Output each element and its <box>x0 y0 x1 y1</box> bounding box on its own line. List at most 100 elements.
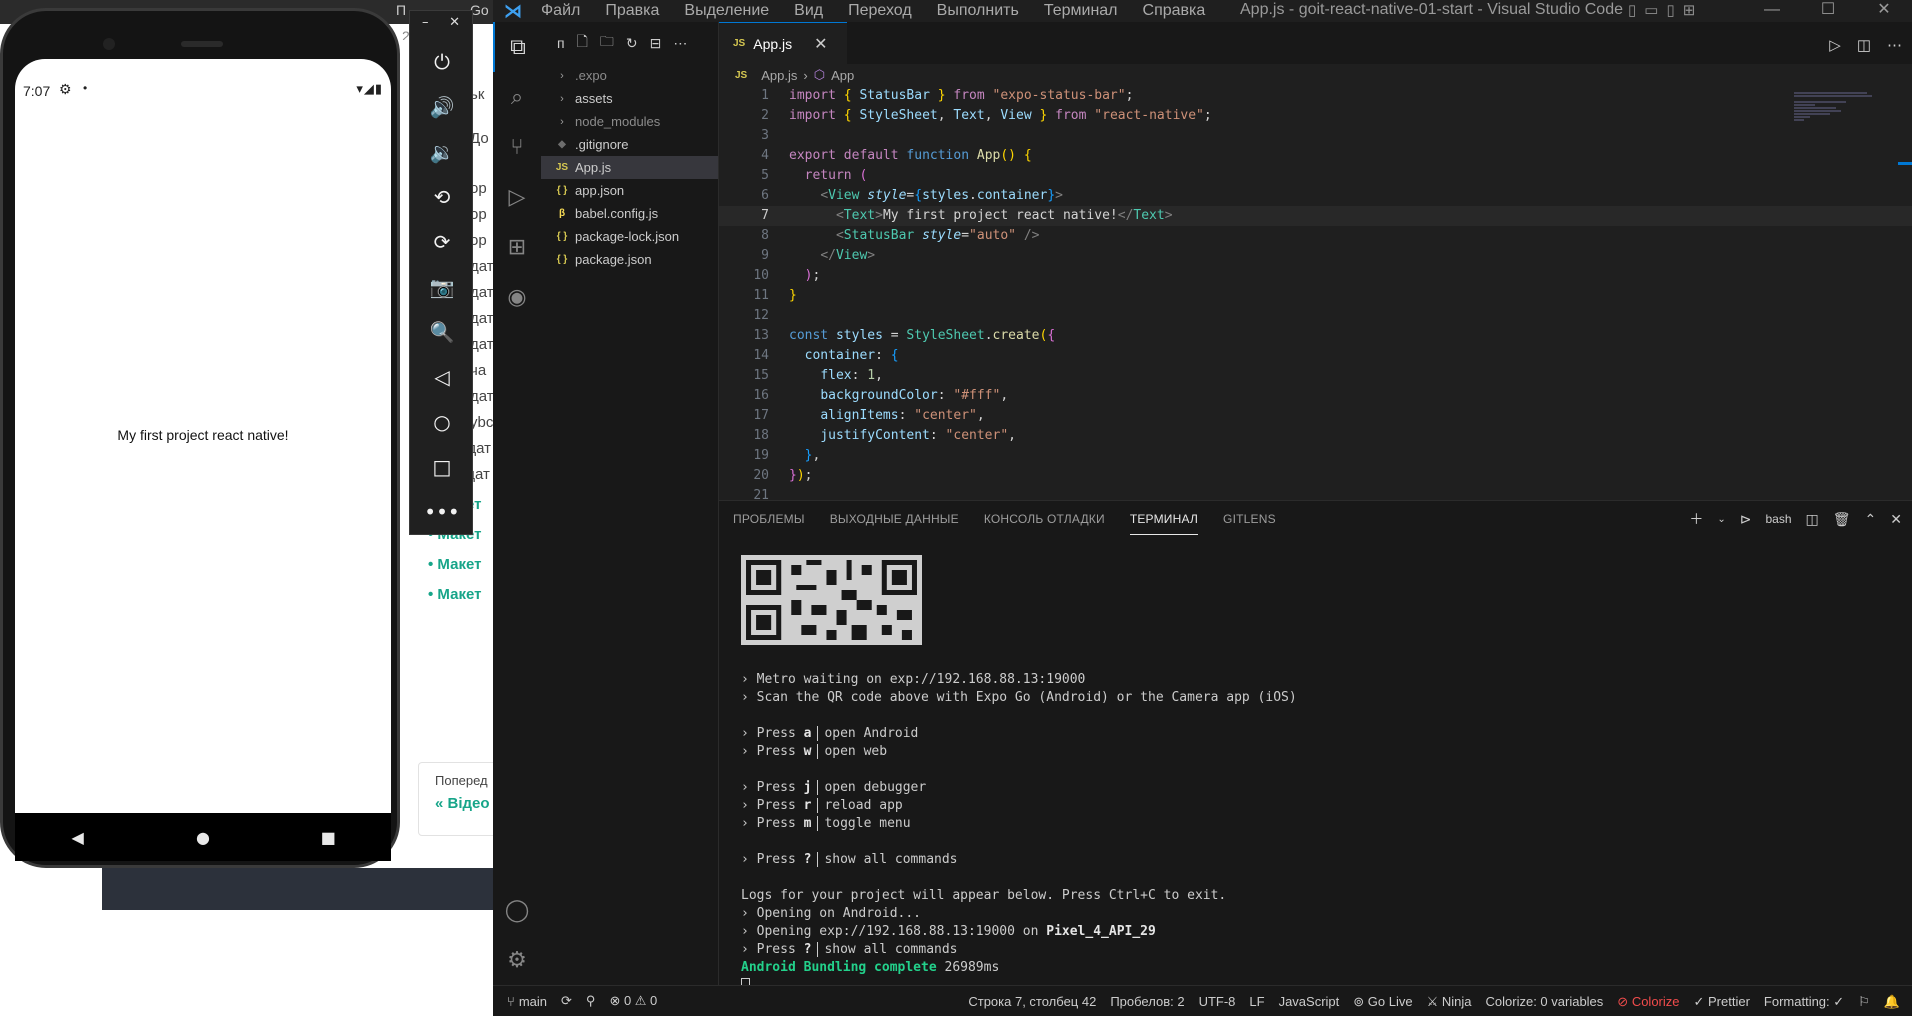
problems-count[interactable]: ⊗ 0 ⚠ 0 <box>609 993 657 1009</box>
chevron-down-icon[interactable]: ⌄ <box>1717 514 1725 525</box>
tab-problems[interactable]: ПРОБЛЕМЫ <box>733 504 805 534</box>
menu-item[interactable]: Переход <box>848 2 912 20</box>
notifications-bell-icon[interactable]: 🔔 <box>1884 994 1900 1010</box>
explorer-icon[interactable]: ⧉ <box>493 22 541 72</box>
tree-item[interactable]: JS App.js <box>541 156 718 179</box>
customize-layout-icon[interactable]: ⊞ <box>1683 1 1696 19</box>
run-file-icon[interactable]: ▷ <box>1829 36 1841 54</box>
code-line[interactable]: 7 <Text>My first project react native!</… <box>719 206 1912 226</box>
accounts-icon[interactable]: ◯ <box>493 885 541 935</box>
tab-app-js[interactable]: JS App.js ✕ <box>719 22 847 64</box>
tab-terminal[interactable]: ТЕРМИНАЛ <box>1129 504 1199 535</box>
background-tab-snippet[interactable]: П <box>396 2 406 18</box>
code-line[interactable]: 11} <box>719 286 1912 306</box>
close-button[interactable]: ✕ <box>1856 0 1912 22</box>
minimap[interactable] <box>1794 92 1898 152</box>
colorize[interactable]: ⊘ Colorize <box>1617 994 1679 1010</box>
menu-item[interactable]: Вид <box>794 2 823 20</box>
code-line[interactable]: 5 return ( <box>719 166 1912 186</box>
gitlens-status-icon[interactable]: ⚲ <box>586 993 596 1009</box>
prettier[interactable]: ✓ Prettier <box>1694 994 1750 1010</box>
rotate-right-icon[interactable]: ⟳ <box>410 219 474 264</box>
indentation[interactable]: Пробелов: 2 <box>1110 994 1184 1009</box>
new-folder-icon[interactable]: 🗀 <box>600 31 614 55</box>
camera-icon[interactable]: 📷 <box>410 264 474 309</box>
code-line[interactable]: 6 <View style={styles.container}> <box>719 186 1912 206</box>
emulator-minimize-button[interactable]: – <box>422 15 429 39</box>
split-terminal-icon[interactable]: ◫ <box>1806 511 1819 528</box>
menu-item[interactable]: Справка <box>1143 2 1206 20</box>
code-line[interactable]: 13 const styles = StyleSheet.create({ <box>719 326 1912 346</box>
toggle-primary-sidebar-icon[interactable]: ▯ <box>1628 1 1636 19</box>
editor-more-icon[interactable]: ⋯ <box>1887 36 1902 54</box>
maximize-panel-icon[interactable]: ⌃ <box>1865 511 1877 528</box>
code-line[interactable]: 3 <box>719 126 1912 146</box>
extensions-icon[interactable]: ⊞ <box>493 222 541 272</box>
close-panel-icon[interactable]: ✕ <box>1890 511 1902 528</box>
tree-item[interactable]: ◆ .gitignore <box>541 133 718 156</box>
code-line[interactable]: 4 export default function App() { <box>719 146 1912 166</box>
code-line[interactable]: 20}); <box>719 466 1912 486</box>
code-line[interactable]: 12 <box>719 306 1912 326</box>
tree-item[interactable]: › node_modules <box>541 110 718 133</box>
tree-item[interactable]: › assets <box>541 87 718 110</box>
code-line[interactable]: 8 <StatusBar style="auto" /> <box>719 226 1912 246</box>
source-control-icon[interactable]: ⑂ <box>493 122 541 172</box>
tree-item[interactable]: { } package-lock.json <box>541 225 718 248</box>
menu-item[interactable]: Файл <box>541 2 580 20</box>
maximize-button[interactable]: ☐ <box>1800 0 1856 22</box>
minimize-button[interactable]: — <box>1744 0 1800 22</box>
tab-output[interactable]: ВЫХОДНЫЕ ДАННЫЕ <box>830 504 959 534</box>
end-of-line[interactable]: LF <box>1249 994 1264 1009</box>
new-file-icon[interactable]: 🗋 <box>577 31 588 55</box>
split-editor-icon[interactable]: ◫ <box>1857 36 1871 54</box>
tree-item[interactable]: › .expo <box>541 64 718 87</box>
gitlens-icon[interactable]: ◉ <box>493 272 541 322</box>
background-link[interactable]: • Макет <box>428 556 481 573</box>
colorize-variables[interactable]: Colorize: 0 variables <box>1486 994 1604 1009</box>
back-icon[interactable]: ◁ <box>410 354 474 399</box>
nav-recents-icon[interactable]: ■ <box>308 828 348 847</box>
menu-item[interactable]: Выделение <box>684 2 769 20</box>
ninja[interactable]: ⚔ Ninja <box>1427 994 1472 1010</box>
toggle-panel-icon[interactable]: ▭ <box>1644 1 1658 19</box>
manage-gear-icon[interactable]: ⚙ <box>493 935 541 985</box>
background-link[interactable]: • Макет <box>428 586 481 603</box>
code-line[interactable]: 1 import { StatusBar } from "expo-status-… <box>719 86 1912 106</box>
menu-item[interactable]: Правка <box>605 2 659 20</box>
cursor-position[interactable]: Строка 7, столбец 42 <box>968 994 1096 1009</box>
tree-item[interactable]: { } package.json <box>541 248 718 271</box>
breadcrumb-file[interactable]: App.js <box>761 68 797 83</box>
home-icon[interactable]: ○ <box>410 399 474 444</box>
code-line[interactable]: 14 container: { <box>719 346 1912 366</box>
code-line[interactable]: 19 }, <box>719 446 1912 466</box>
phone-screen[interactable]: 7:07 ⚙ • ▾◢▮ My first project react nati… <box>15 59 391 813</box>
code-line[interactable]: 9 </View> <box>719 246 1912 266</box>
power-icon[interactable]: ⏻ <box>410 39 474 84</box>
tree-item[interactable]: { } app.json <box>541 179 718 202</box>
sync-icon[interactable]: ⟳ <box>561 993 572 1009</box>
kill-terminal-icon[interactable]: 🗑 <box>1833 511 1851 528</box>
search-icon[interactable]: ⌕ <box>493 72 541 122</box>
overview-icon[interactable]: □ <box>410 444 474 489</box>
more-actions-icon[interactable]: ⋯ <box>673 35 687 52</box>
toggle-secondary-sidebar-icon[interactable]: ▯ <box>1666 1 1674 19</box>
code-line[interactable]: 17 alignItems: "center", <box>719 406 1912 426</box>
terminal-output[interactable]: › Metro waiting on exp://192.168.88.13:1… <box>741 555 1297 995</box>
code-line[interactable]: 10 ); <box>719 266 1912 286</box>
more-icon[interactable]: ••• <box>410 489 474 534</box>
emulator-close-button[interactable]: ✕ <box>449 15 460 39</box>
menu-item[interactable]: Терминал <box>1044 2 1118 20</box>
tab-gitlens[interactable]: GITLENS <box>1223 504 1276 534</box>
background-nav-link[interactable]: « Відео <box>435 795 490 812</box>
code-line[interactable]: 18 justifyContent: "center", <box>719 426 1912 446</box>
menu-item[interactable]: Выполнить <box>937 2 1019 20</box>
encoding[interactable]: UTF-8 <box>1199 994 1236 1009</box>
tree-item[interactable]: β babel.config.js <box>541 202 718 225</box>
accounts-status-icon[interactable]: ⚐ <box>1858 994 1870 1010</box>
code-line[interactable]: 2 import { StyleSheet, Text, View } from … <box>719 106 1912 126</box>
terminal-shell-label[interactable]: bash <box>1765 512 1791 526</box>
tab-close-icon[interactable]: ✕ <box>814 34 827 54</box>
rotate-left-icon[interactable]: ⟲ <box>410 174 474 219</box>
breadcrumb-symbol[interactable]: App <box>831 68 854 83</box>
